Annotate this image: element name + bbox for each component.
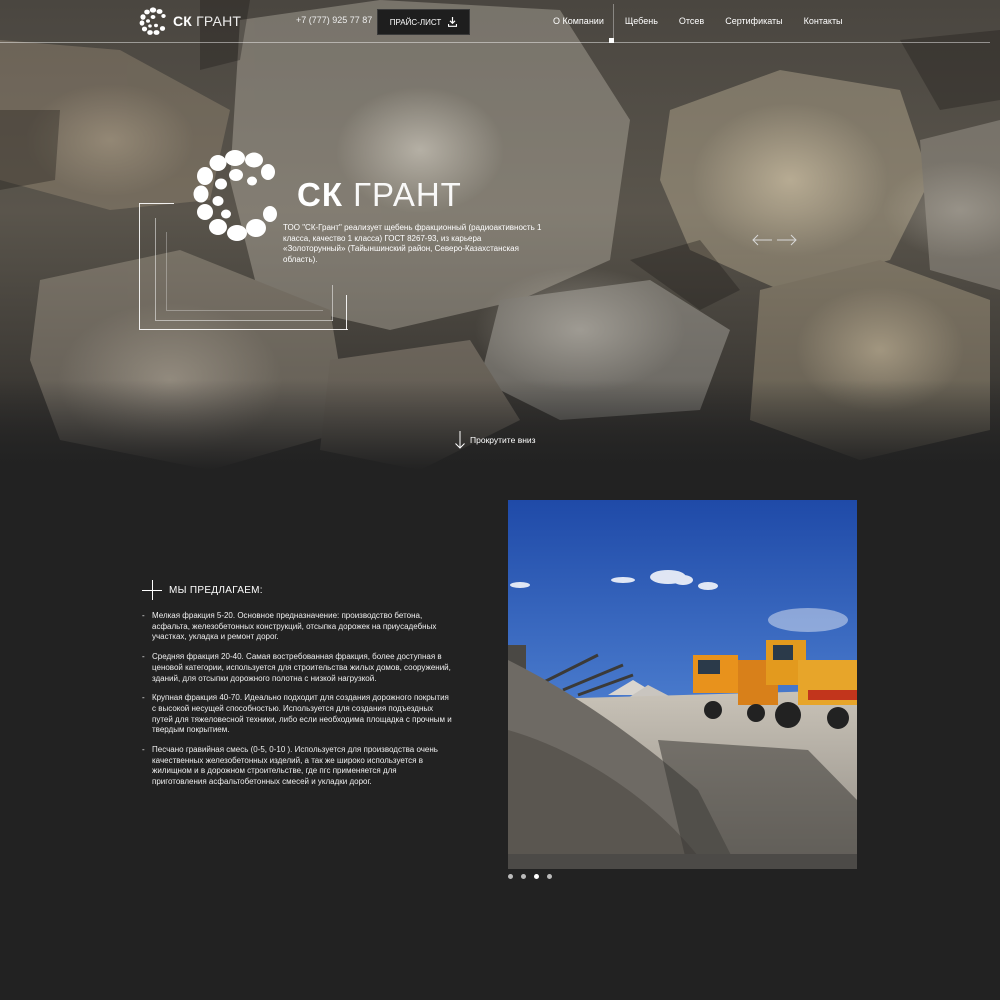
scroll-down-label: Прокрутите вниз [470,435,536,445]
hero-frame-inner-right [332,285,333,321]
offer-list: Мелкая фракция 5-20. Основное предназнач… [142,611,452,797]
arrow-down-icon [455,431,465,449]
hero-slider-arrows [751,233,801,247]
offer-heading: МЫ ПРЕДЛАГАЕМ: [142,580,263,600]
hero-logo-icon [193,150,277,241]
scroll-down-link[interactable]: Прокрутите вниз [454,430,536,450]
nav-item-contacts[interactable]: Контакты [804,16,843,26]
list-item: Крупная фракция 40-70. Идеально подходит… [142,693,452,736]
arrow-left-icon[interactable] [751,233,773,247]
list-item: Средняя фракция 20-40. Самая востребован… [142,652,452,684]
hero-frame-outer-top [139,203,174,204]
slider-dots [508,874,560,879]
slider-dot-1[interactable] [508,874,513,879]
site-header: СК ГРАНТ +7 (777) 925 77 87 ПРАЙС-ЛИСТ О… [0,0,1000,44]
plus-icon [142,580,162,600]
logo-icon [139,7,166,35]
phone-number[interactable]: +7 (777) 925 77 87 [296,15,372,25]
logo-text: СК ГРАНТ [173,13,242,29]
nav-item-certificates[interactable]: Сертификаты [725,16,782,26]
price-list-button[interactable]: ПРАЙС-ЛИСТ [377,9,470,35]
quarry-photo-image [508,500,857,869]
offer-title: МЫ ПРЕДЛАГАЕМ: [169,584,263,596]
arrow-right-icon[interactable] [776,233,798,247]
price-list-label: ПРАЙС-ЛИСТ [389,17,442,27]
list-item: Песчано гравийная смесь (0-5, 0-10 ). Ис… [142,745,452,788]
main-nav: О Компании Щебень Отсев Сертификаты Конт… [553,16,864,26]
header-logo[interactable]: СК ГРАНТ [138,6,241,36]
hero-frame-outer-right [346,295,347,330]
quarry-photo [508,500,857,869]
nav-item-about[interactable]: О Компании [553,16,604,26]
list-item: Мелкая фракция 5-20. Основное предназнач… [142,611,452,643]
nav-item-crushed-stone[interactable]: Щебень [625,16,658,26]
slider-dot-3[interactable] [534,874,539,879]
download-icon [448,17,458,27]
slider-dot-2[interactable] [521,874,526,879]
slider-dot-4[interactable] [547,874,552,879]
hero-fade-overlay [0,380,1000,470]
header-divider [0,42,990,43]
nav-active-marker [609,38,614,43]
hero-description: ТОО "СК-Грант" реализует щебень фракцион… [283,223,542,264]
hero-brand-title: СК ГРАНТ [297,176,462,213]
nav-active-marker-line [613,4,614,42]
nav-item-screenings[interactable]: Отсев [679,16,704,26]
